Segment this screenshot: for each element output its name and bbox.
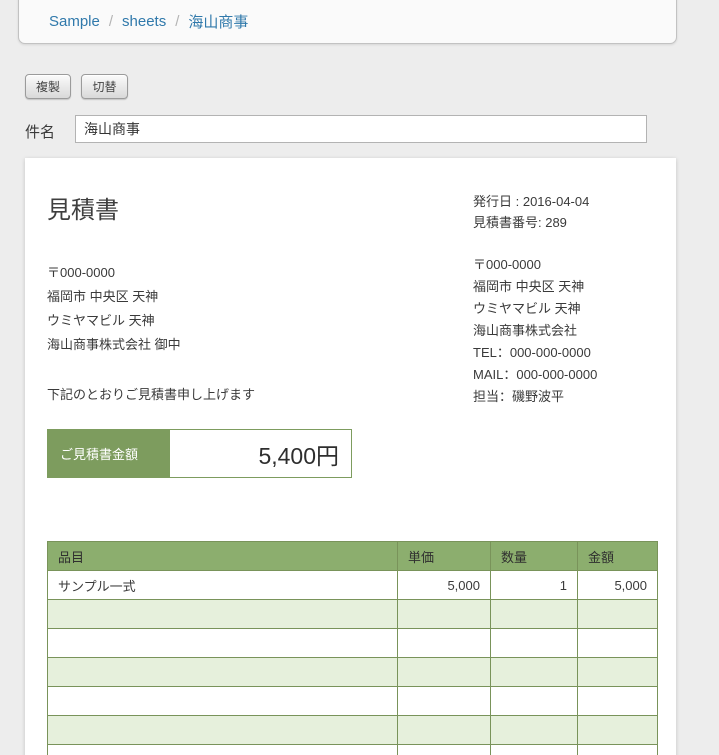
- table-row: [48, 745, 658, 755]
- toggle-button[interactable]: 切替: [81, 74, 128, 99]
- text-line: 〒000-0000: [473, 254, 597, 276]
- table-row: [48, 600, 658, 629]
- duplicate-button[interactable]: 複製: [25, 74, 71, 99]
- text-line: 海山商事株式会社: [473, 320, 597, 342]
- issuer-address: 〒000-0000福岡市 中央区 天神ウミヤマビル 天神海山商事株式会社TEL：…: [473, 254, 597, 408]
- total-amount-box: ご見積書金額 5,400円: [47, 429, 352, 478]
- breadcrumb-separator: /: [175, 13, 179, 30]
- item-number-cell: [491, 745, 578, 755]
- text-line: MAIL：000-000-0000: [473, 364, 597, 386]
- item-name-cell: [48, 745, 398, 755]
- total-amount-label: ご見積書金額: [48, 430, 170, 477]
- issue-number: 見積書番号: 289: [473, 212, 589, 233]
- issue-info: 発行日 : 2016-04-04 見積書番号: 289: [473, 191, 589, 233]
- item-number-cell: [491, 629, 578, 658]
- breadcrumb-link-sheets[interactable]: sheets: [122, 13, 166, 30]
- item-number-cell: [398, 687, 491, 716]
- document-title: 見積書: [47, 190, 119, 225]
- item-name-cell: [48, 687, 398, 716]
- issue-date: 発行日 : 2016-04-04: [473, 191, 589, 212]
- item-number-cell: [578, 716, 658, 745]
- page: Sample / sheets / 海山商事 複製 切替 件名 見積書 発行日 …: [0, 0, 719, 755]
- item-name-cell: [48, 600, 398, 629]
- table-row: [48, 658, 658, 687]
- table-row: [48, 687, 658, 716]
- item-name-cell: [48, 658, 398, 687]
- text-line: 担当：磯野波平: [473, 386, 597, 408]
- breadcrumb: Sample / sheets / 海山商事: [18, 0, 677, 44]
- item-name-cell: [48, 629, 398, 658]
- item-number-cell: [491, 600, 578, 629]
- item-number-cell: [398, 745, 491, 755]
- item-number-cell: 1: [491, 571, 578, 600]
- column-header-unit-price: 単価: [398, 542, 491, 571]
- text-line: 〒000-0000: [47, 261, 181, 285]
- column-header-item: 品目: [48, 542, 398, 571]
- subject-input[interactable]: [75, 115, 647, 143]
- item-number-cell: [491, 658, 578, 687]
- text-line: TEL：000-000-0000: [473, 342, 597, 364]
- item-number-cell: [578, 687, 658, 716]
- column-header-quantity: 数量: [491, 542, 578, 571]
- greeting-text: 下記のとおりご見積書申し上げます: [47, 384, 255, 403]
- item-number-cell: [491, 687, 578, 716]
- total-amount-value: 5,400円: [170, 430, 351, 477]
- estimate-document: 見積書 発行日 : 2016-04-04 見積書番号: 289 〒000-000…: [25, 158, 676, 755]
- subject-label: 件名: [25, 121, 55, 142]
- breadcrumb-link-current[interactable]: 海山商事: [188, 11, 248, 32]
- table-row: サンプル一式5,00015,000: [48, 571, 658, 600]
- text-line: 福岡市 中央区 天神: [473, 276, 597, 298]
- table-row: [48, 629, 658, 658]
- recipient-address: 〒000-0000福岡市 中央区 天神ウミヤマビル 天神海山商事株式会社 御中: [47, 261, 181, 357]
- column-header-amount: 金額: [578, 542, 658, 571]
- item-number-cell: [398, 658, 491, 687]
- breadcrumb-link-sample[interactable]: Sample: [49, 13, 100, 30]
- item-number-cell: [578, 745, 658, 755]
- item-number-cell: [578, 600, 658, 629]
- item-number-cell: [398, 600, 491, 629]
- items-table: 品目 単価 数量 金額 サンプル一式5,00015,000: [47, 541, 658, 755]
- text-line: ウミヤマビル 天神: [47, 309, 181, 333]
- text-line: 福岡市 中央区 天神: [47, 285, 181, 309]
- item-name-cell: [48, 716, 398, 745]
- items-table-body: サンプル一式5,00015,000: [48, 571, 658, 755]
- item-number-cell: [578, 658, 658, 687]
- item-number-cell: [578, 629, 658, 658]
- item-number-cell: [491, 716, 578, 745]
- item-number-cell: [398, 629, 491, 658]
- item-name-cell: サンプル一式: [48, 571, 398, 600]
- item-number-cell: 5,000: [398, 571, 491, 600]
- text-line: 海山商事株式会社 御中: [47, 333, 181, 357]
- text-line: ウミヤマビル 天神: [473, 298, 597, 320]
- breadcrumb-separator: /: [109, 13, 113, 30]
- item-number-cell: 5,000: [578, 571, 658, 600]
- table-row: [48, 716, 658, 745]
- item-number-cell: [398, 716, 491, 745]
- table-header-row: 品目 単価 数量 金額: [48, 542, 658, 571]
